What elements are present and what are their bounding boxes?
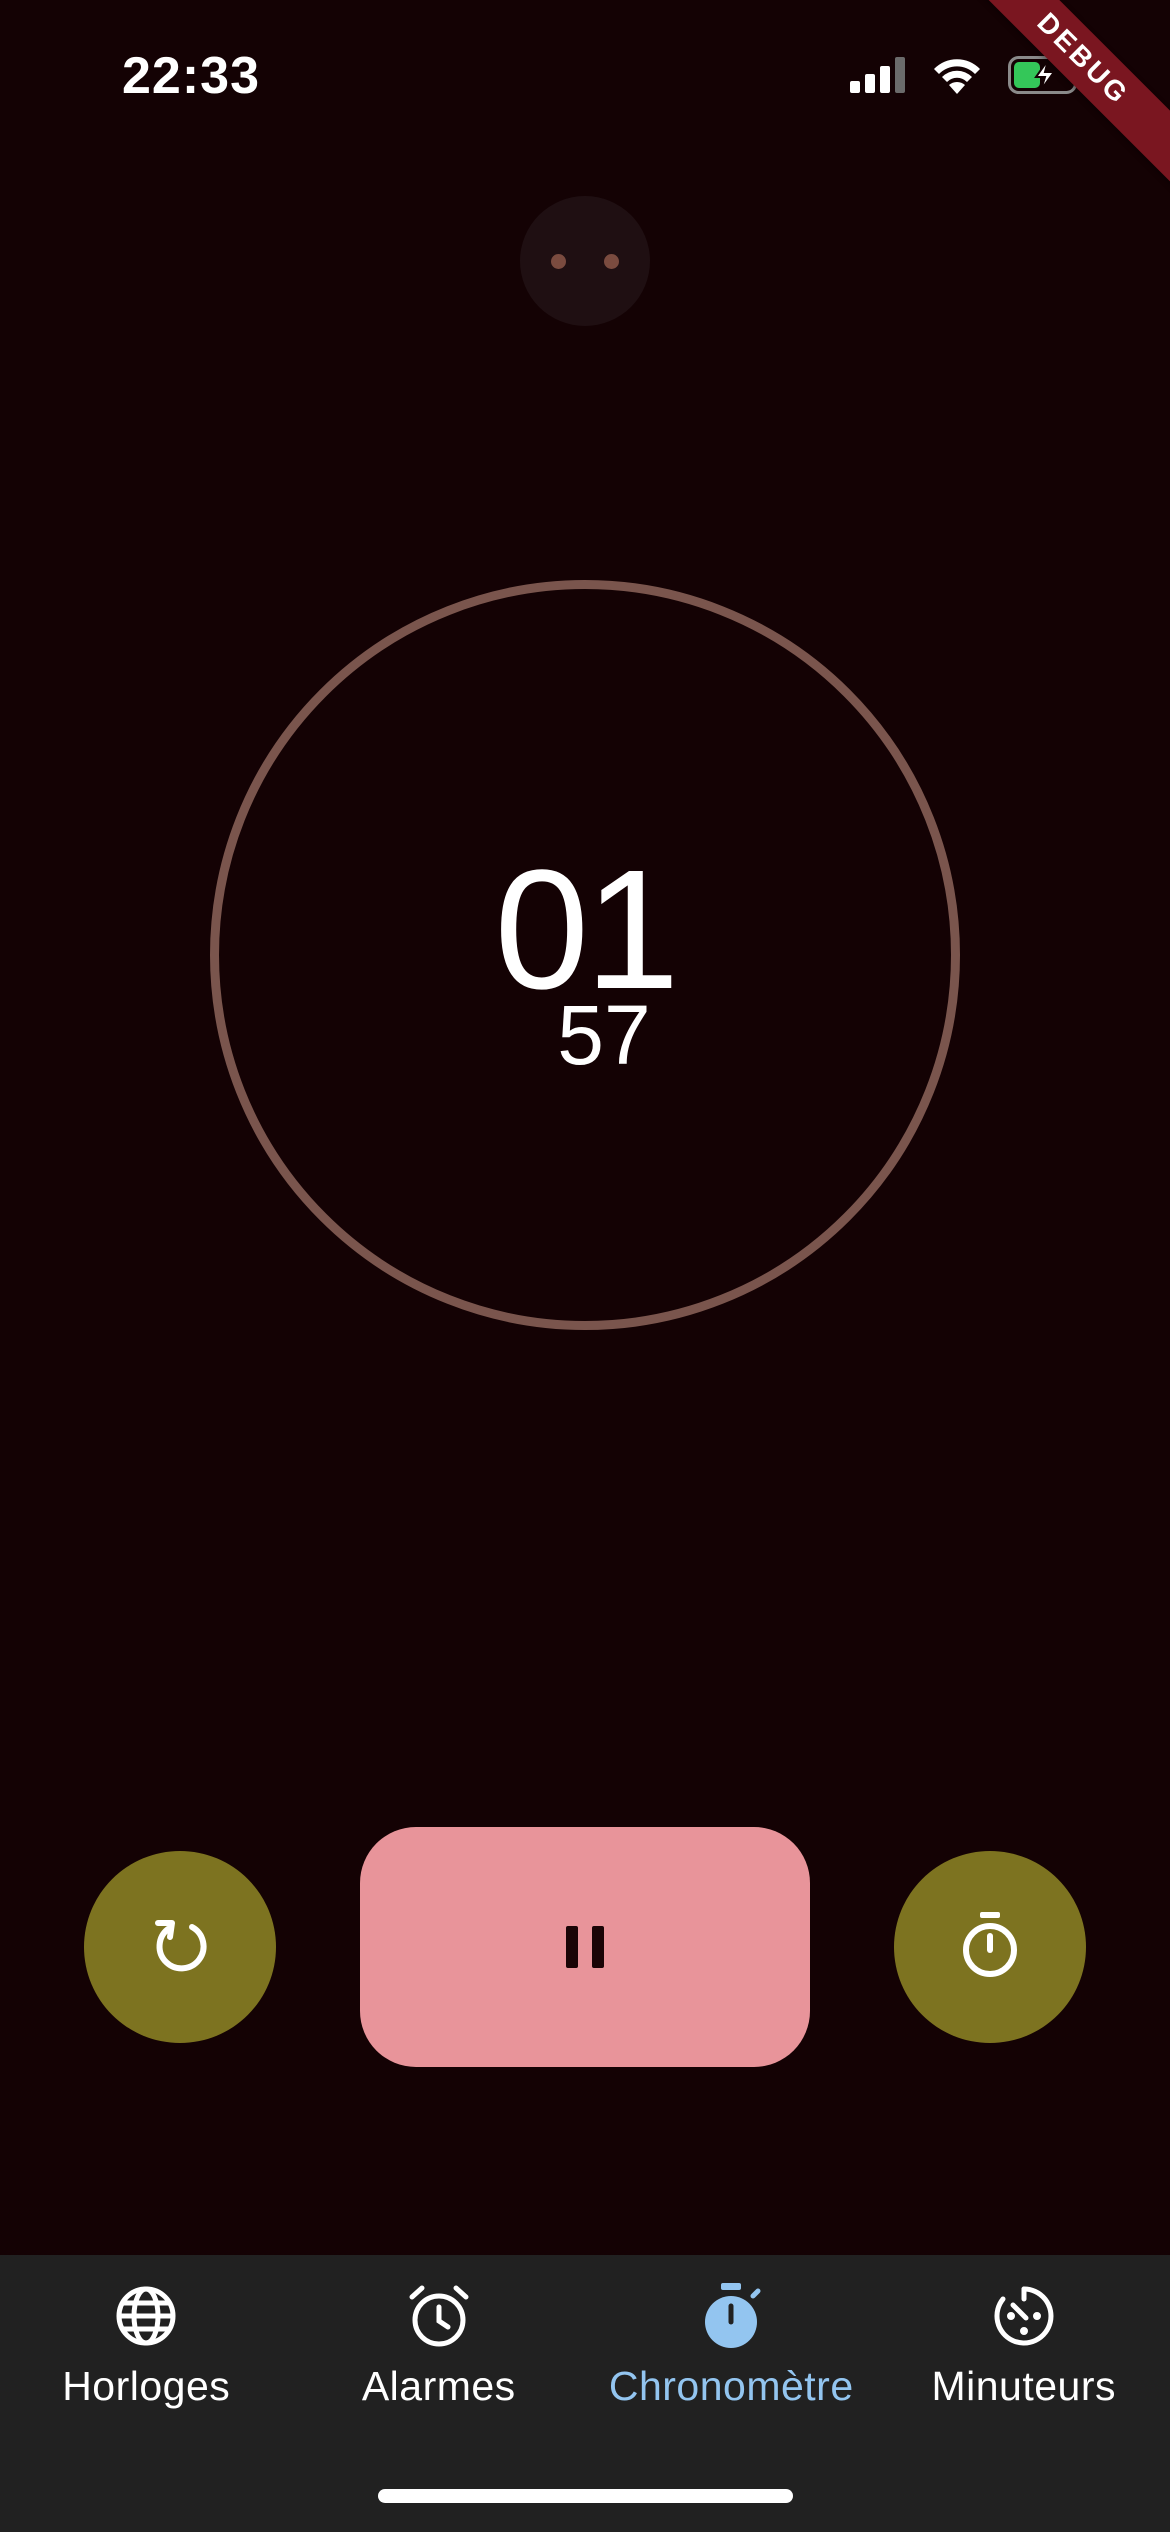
nav-label: Alarmes (361, 2363, 516, 2409)
stopwatch-icon (700, 2281, 762, 2351)
status-bar: 22:33 (0, 0, 1170, 150)
stopwatch-screen: 22:33 DEBUG 01 57 Horloges Alarmes Chron… (0, 0, 1170, 2532)
page-dot (551, 253, 566, 269)
status-icons (850, 56, 1084, 94)
home-indicator[interactable] (378, 2489, 793, 2503)
alarm-icon (406, 2281, 472, 2351)
elapsed-seconds: 57 (557, 988, 651, 1082)
pause-icon (566, 1926, 604, 1968)
stopwatch-icon (958, 1910, 1022, 1985)
nav-label: Chronomètre (608, 2363, 854, 2409)
pause-button[interactable] (360, 1827, 810, 2067)
reset-button[interactable] (84, 1851, 276, 2043)
page-indicator[interactable] (520, 196, 650, 326)
cellular-signal-icon (850, 57, 906, 93)
globe-icon (115, 2281, 177, 2351)
nav-label: Minuteurs (931, 2363, 1116, 2409)
status-time: 22:33 (122, 47, 260, 105)
lap-button[interactable] (894, 1851, 1086, 2043)
timer-icon (993, 2281, 1055, 2351)
nav-item-minuteurs[interactable]: Minuteurs (878, 2255, 1170, 2532)
nav-label: Horloges (62, 2363, 231, 2409)
page-dot (604, 253, 619, 269)
nav-item-horloges[interactable]: Horloges (0, 2255, 293, 2532)
reset-icon (148, 1913, 212, 1982)
wifi-icon (932, 56, 982, 94)
